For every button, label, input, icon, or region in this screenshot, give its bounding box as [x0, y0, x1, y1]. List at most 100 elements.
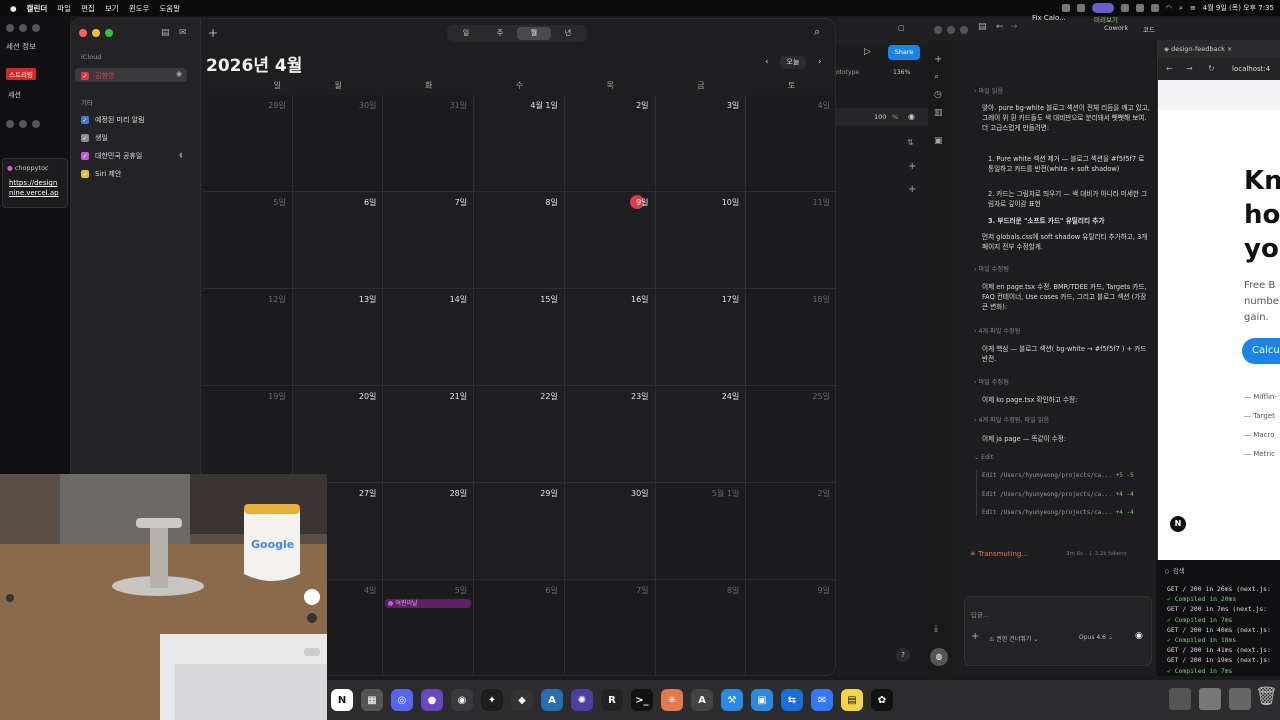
add-event-icon[interactable]: +: [208, 26, 218, 40]
day-cell[interactable]: 30일: [564, 483, 656, 580]
day-cell[interactable]: 28일: [383, 483, 475, 580]
edit-row[interactable]: Edit /Users/hyunyeong/projects/ca... +4 …: [982, 491, 1134, 498]
day-cell[interactable]: 31일: [383, 95, 475, 192]
opacity-value[interactable]: 100: [874, 113, 886, 121]
status-icon[interactable]: [1120, 4, 1129, 12]
menu-clock[interactable]: 4월 9일 (목) 오후 7:35: [1203, 3, 1274, 13]
day-cell[interactable]: 14일: [383, 289, 475, 386]
perplexity-icon[interactable]: ✺: [571, 689, 593, 711]
files-icon[interactable]: ▥: [934, 108, 943, 118]
tool-summary[interactable]: › 4개 파일 수정됨, 파일 읽음: [974, 415, 1049, 424]
share-calendar-icon[interactable]: ◉: [176, 70, 182, 78]
trash-icon[interactable]: 🗑: [1255, 686, 1278, 707]
calendar-item-reminders[interactable]: ✓ 예정된 미리 알림: [81, 115, 145, 125]
edit-row[interactable]: Edit /Users/hyunyeong/projects/ca... +4 …: [982, 509, 1134, 516]
tab-cowork[interactable]: Cowork: [1104, 24, 1128, 32]
notif-link-cont[interactable]: nine.vercel.ap: [9, 189, 59, 197]
day-cell[interactable]: 12일: [202, 289, 293, 386]
day-cell[interactable]: 22일: [474, 386, 565, 483]
window-thumbnail[interactable]: [1199, 688, 1221, 710]
day-cell[interactable]: 23일: [564, 386, 656, 483]
cursor-icon[interactable]: ◆: [511, 689, 533, 711]
browser-tab[interactable]: ◈ design-feedback ×: [1164, 45, 1232, 53]
calendar-item-kim[interactable]: ✓ 김형영: [81, 71, 114, 81]
reload-icon[interactable]: ↻: [1208, 64, 1215, 73]
terminal-icon[interactable]: >_: [631, 689, 653, 711]
notif-link[interactable]: https://design: [9, 179, 57, 187]
wifi-icon[interactable]: ◠: [1166, 4, 1172, 12]
play-icon[interactable]: ▷: [864, 47, 871, 57]
notion-icon[interactable]: N: [331, 689, 353, 711]
control-center-icon[interactable]: ≡: [1190, 4, 1196, 12]
close-tab-icon[interactable]: ▢: [898, 24, 905, 32]
checkbox-icon[interactable]: ✓: [81, 134, 89, 142]
menu-edit[interactable]: 편집: [81, 3, 95, 14]
minimize-button[interactable]: [92, 29, 100, 37]
tool-summary[interactable]: › 파일 수정됨: [974, 264, 1009, 273]
day-cell[interactable]: 6일: [292, 192, 384, 289]
inbox-icon[interactable]: ✉: [179, 28, 187, 38]
eye-icon[interactable]: ◉: [908, 112, 915, 121]
tool-summary[interactable]: › 4개 파일 수정됨: [974, 326, 1020, 335]
zoom-level[interactable]: 136%: [893, 69, 910, 76]
day-cell[interactable]: 18일: [746, 289, 835, 386]
status-icon[interactable]: [1150, 4, 1159, 12]
day-cell[interactable]: 29일: [202, 95, 293, 192]
discord-icon[interactable]: ◎: [391, 689, 413, 711]
xcode-icon[interactable]: ⚒: [721, 689, 743, 711]
search-icon[interactable]: ⌕: [814, 25, 820, 39]
help-icon[interactable]: ?: [896, 648, 910, 662]
menu-app-name[interactable]: 캘린더: [27, 3, 48, 14]
prototype-tab[interactable]: ototype: [836, 69, 859, 76]
day-cell[interactable]: 7일: [564, 580, 656, 675]
calendar-list-icon[interactable]: ▤: [161, 28, 170, 38]
add-icon[interactable]: +: [908, 184, 916, 195]
calculator-icon[interactable]: ▦: [361, 689, 383, 711]
status-pill[interactable]: [1091, 3, 1114, 13]
day-cell[interactable]: 6일: [474, 580, 565, 675]
history-icon[interactable]: ◷: [934, 90, 942, 100]
back-icon[interactable]: ←: [996, 22, 1004, 32]
tool-summary[interactable]: › 파일 읽음: [974, 86, 1003, 95]
next-month-icon[interactable]: ›: [818, 57, 822, 67]
day-cell[interactable]: 7일: [383, 192, 475, 289]
edit-row[interactable]: Edit /Users/hyunyeong/projects/ca... +5 …: [982, 472, 1134, 479]
back-icon[interactable]: ←: [1166, 64, 1173, 73]
transfer-icon[interactable]: ⇆: [781, 689, 803, 711]
calendar-item-birthdays[interactable]: ✓ 생일: [81, 133, 108, 143]
checkbox-icon[interactable]: ✓: [81, 116, 89, 124]
day-cell[interactable]: 24일: [655, 386, 747, 483]
day-cell[interactable]: 11일: [746, 192, 835, 289]
arc-icon[interactable]: A: [541, 689, 563, 711]
projects-icon[interactable]: ▣: [934, 136, 943, 146]
download-icon[interactable]: ⤓: [934, 624, 938, 634]
apple-icon[interactable]: ●: [10, 4, 17, 13]
chatgpt-icon[interactable]: ✿: [871, 689, 893, 711]
day-cell[interactable]: 4일: [746, 95, 835, 192]
zoom-button[interactable]: [105, 29, 113, 37]
search-icon[interactable]: ⌕: [934, 72, 939, 82]
tool-summary[interactable]: › 파일 수정됨: [974, 377, 1009, 386]
session-tab[interactable]: 세션: [8, 90, 21, 100]
day-cell[interactable]: 4월 1일: [474, 95, 565, 192]
files-icon[interactable]: ▣: [751, 689, 773, 711]
segment-month[interactable]: 월: [517, 27, 551, 40]
menu-window[interactable]: 윈도우: [129, 3, 150, 14]
forward-icon[interactable]: →: [1186, 64, 1193, 73]
streaming-tab[interactable]: 스트리밍: [6, 68, 36, 80]
nextjs-badge[interactable]: N: [1170, 516, 1186, 532]
day-cell[interactable]: 10일: [655, 192, 747, 289]
reply-box[interactable]: 답글... + ⚠ 권한 건너뛰기 ⌄ Opus 4.6 ⌄ ◉: [964, 596, 1152, 666]
adjust-icon[interactable]: ⇅: [907, 138, 914, 147]
day-cell[interactable]: 20일: [292, 386, 384, 483]
add-icon[interactable]: +: [908, 161, 916, 172]
day-cell[interactable]: 25일: [746, 386, 835, 483]
day-cell[interactable]: 29일: [474, 483, 565, 580]
sidebar-toggle-icon[interactable]: ▤: [978, 22, 987, 32]
new-chat-icon[interactable]: +: [934, 54, 942, 65]
day-cell[interactable]: 17일: [655, 289, 747, 386]
reply-placeholder[interactable]: 답글...: [971, 609, 989, 619]
day-cell[interactable]: 5일: [202, 192, 293, 289]
event-holiday[interactable]: 어린이날: [385, 599, 472, 608]
menu-help[interactable]: 도움말: [159, 3, 180, 14]
